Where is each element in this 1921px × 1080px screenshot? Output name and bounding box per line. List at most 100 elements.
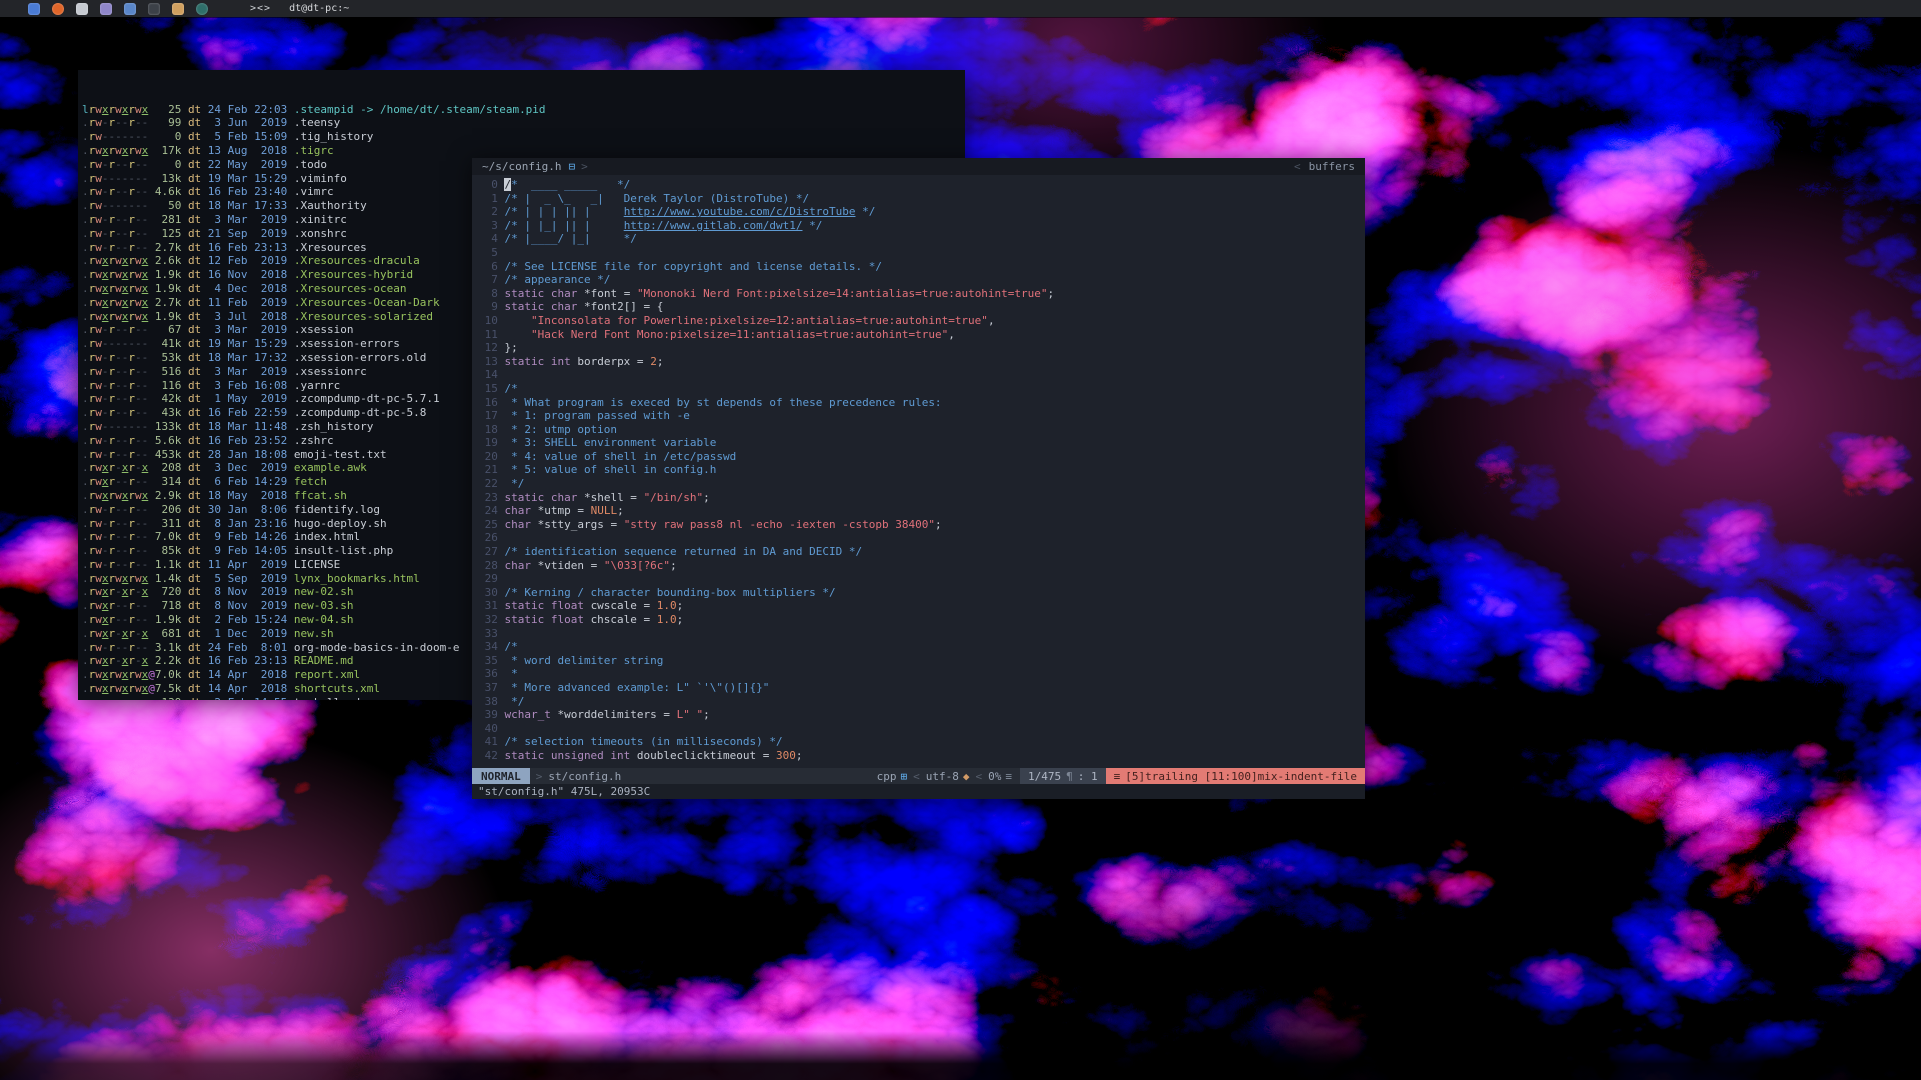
screen-recorder-icon[interactable] bbox=[124, 3, 136, 15]
file-size: 85k bbox=[155, 544, 181, 558]
code-line: 24char *utmp = NULL; bbox=[478, 504, 1365, 518]
code-line: 33 bbox=[478, 627, 1365, 641]
file-name: .zcompdump-dt-pc-5.7.1 bbox=[294, 392, 440, 405]
file-name: LICENSE bbox=[294, 558, 340, 571]
lint-icon: ≡ bbox=[1114, 770, 1121, 783]
file-permissions: .rw-r--r-- bbox=[82, 503, 155, 517]
line-number: 25 bbox=[478, 518, 498, 532]
file-permissions: .rwxrwxrwx bbox=[82, 572, 155, 586]
file-size: 13k bbox=[155, 172, 181, 186]
file-size: 281 bbox=[155, 213, 181, 227]
statusline-encoding: utf-8 bbox=[926, 770, 959, 783]
line-number: 8 bbox=[478, 287, 498, 301]
file-date: 11 Feb 2019 bbox=[208, 296, 287, 310]
firefox-icon[interactable] bbox=[52, 3, 64, 15]
file-name: .zshrc bbox=[294, 434, 334, 447]
file-row: .rw-r--r-- 99dt 3 Jun 2019.teensy bbox=[82, 116, 965, 130]
code-line: 30/* Kerning / character bounding-box mu… bbox=[478, 586, 1365, 600]
file-owner: dt bbox=[188, 682, 201, 696]
file-size: 1.1k bbox=[155, 558, 181, 572]
file-date: 30 Jan 8:06 bbox=[208, 503, 287, 517]
statusline-separator-icon: > bbox=[536, 770, 543, 783]
file-owner: dt bbox=[188, 503, 201, 517]
line-number: 34 bbox=[478, 640, 498, 654]
file-permissions: .rw-r--r-- bbox=[82, 406, 155, 420]
file-date: 18 Mar 11:48 bbox=[208, 420, 287, 434]
file-name: .Xresources-dracula bbox=[294, 254, 420, 267]
line-number: 17 bbox=[478, 409, 498, 423]
statusline-separator-icon: < bbox=[913, 770, 920, 783]
file-row: .rwxrwxrwx 17kdt13 Aug 2018.tigrc bbox=[82, 144, 965, 158]
file-date: 1 Dec 2019 bbox=[208, 627, 287, 641]
code-line: 5 bbox=[478, 246, 1365, 260]
file-size: 0 bbox=[155, 130, 181, 144]
file-date: 16 Feb 23:13 bbox=[208, 241, 287, 255]
code-line: 26 bbox=[478, 531, 1365, 545]
line-number: 31 bbox=[478, 599, 498, 613]
file-permissions: .rwxr--r-- bbox=[82, 613, 155, 627]
vim-statusline: NORMAL > st/config.h cpp⊞ < utf-8◆ < 0%≡… bbox=[472, 768, 1365, 784]
line-number: 18 bbox=[478, 423, 498, 437]
line-number: 4 bbox=[478, 232, 498, 246]
code-line: 39wchar_t *worddelimiters = L" "; bbox=[478, 708, 1365, 722]
file-date: 3 Jul 2018 bbox=[208, 310, 287, 324]
file-size: 206 bbox=[155, 503, 181, 517]
file-size: 0 bbox=[155, 158, 181, 172]
file-permissions: .rw-r--r-- bbox=[82, 241, 155, 255]
file-manager-icon[interactable] bbox=[172, 3, 184, 15]
code-line: 36 * bbox=[478, 667, 1365, 681]
file-name: .xsession-errors.old bbox=[294, 351, 426, 364]
file-owner: dt bbox=[188, 392, 201, 406]
app-blue-icon[interactable] bbox=[28, 3, 40, 15]
code-line: 7/* appearance */ bbox=[478, 273, 1365, 287]
file-owner: dt bbox=[188, 448, 201, 462]
file-date: 18 May 2018 bbox=[208, 489, 287, 503]
chat-icon[interactable] bbox=[196, 3, 208, 15]
file-date: 5 Sep 2019 bbox=[208, 572, 287, 586]
text-editor-icon[interactable] bbox=[76, 3, 88, 15]
file-date: 24 Feb 8:01 bbox=[208, 641, 287, 655]
image-viewer-icon[interactable] bbox=[100, 3, 112, 15]
display-icon[interactable] bbox=[148, 3, 160, 15]
file-owner: dt bbox=[188, 103, 201, 117]
file-size: 5.6k bbox=[155, 434, 181, 448]
file-size: 67 bbox=[155, 323, 181, 337]
buffers-separator-icon: < bbox=[1294, 160, 1301, 173]
file-name: fidentify.log bbox=[294, 503, 380, 516]
file-owner: dt bbox=[188, 213, 201, 227]
right-terminal-vim[interactable]: ~/s/config.h ⊟ > < buffers 0/* ____ ____… bbox=[472, 158, 1365, 799]
file-date: 2 Feb 14:55 bbox=[208, 696, 287, 700]
file-date: 16 Feb 23:13 bbox=[208, 654, 287, 668]
file-name: .viminfo bbox=[294, 172, 347, 185]
file-name: shortcuts.xml bbox=[294, 682, 380, 695]
file-size: 139 bbox=[155, 696, 181, 700]
file-size: 314 bbox=[155, 475, 181, 489]
tab-config-h[interactable]: ~/s/config.h bbox=[482, 160, 561, 173]
line-icon: ¶ bbox=[1066, 770, 1073, 783]
file-date: 9 Feb 14:26 bbox=[208, 530, 287, 544]
file-date: 3 Dec 2019 bbox=[208, 461, 287, 475]
file-name: report.xml bbox=[294, 668, 360, 681]
file-size: 3.1k bbox=[155, 641, 181, 655]
file-owner: dt bbox=[188, 282, 201, 296]
file-size: 53k bbox=[155, 351, 181, 365]
tab-separator-icon: > bbox=[581, 160, 588, 173]
file-size: 311 bbox=[155, 517, 181, 531]
code-line: 0/* ____ _____ */ bbox=[478, 178, 1365, 192]
line-number: 11 bbox=[478, 328, 498, 342]
file-date: 3 Mar 2019 bbox=[208, 213, 287, 227]
buffers-label[interactable]: buffers bbox=[1309, 160, 1355, 173]
file-permissions: .rwxrwxrwx bbox=[82, 489, 155, 503]
file-permissions: .rwxr-xr-x bbox=[82, 585, 155, 599]
code-line: 28char *vtiden = "\033[?6c"; bbox=[478, 559, 1365, 573]
file-date: 12 Feb 2019 bbox=[208, 254, 287, 268]
line-number: 41 bbox=[478, 735, 498, 749]
file-owner: dt bbox=[188, 544, 201, 558]
file-owner: dt bbox=[188, 296, 201, 310]
file-date: 28 Jan 18:08 bbox=[208, 448, 287, 462]
code-line: 14 bbox=[478, 368, 1365, 382]
vim-commandline: "st/config.h" 475L, 20953C bbox=[472, 784, 1365, 799]
file-owner: dt bbox=[188, 696, 201, 700]
file-name: .vimrc bbox=[294, 185, 334, 198]
file-name: .tig_history bbox=[294, 130, 373, 143]
